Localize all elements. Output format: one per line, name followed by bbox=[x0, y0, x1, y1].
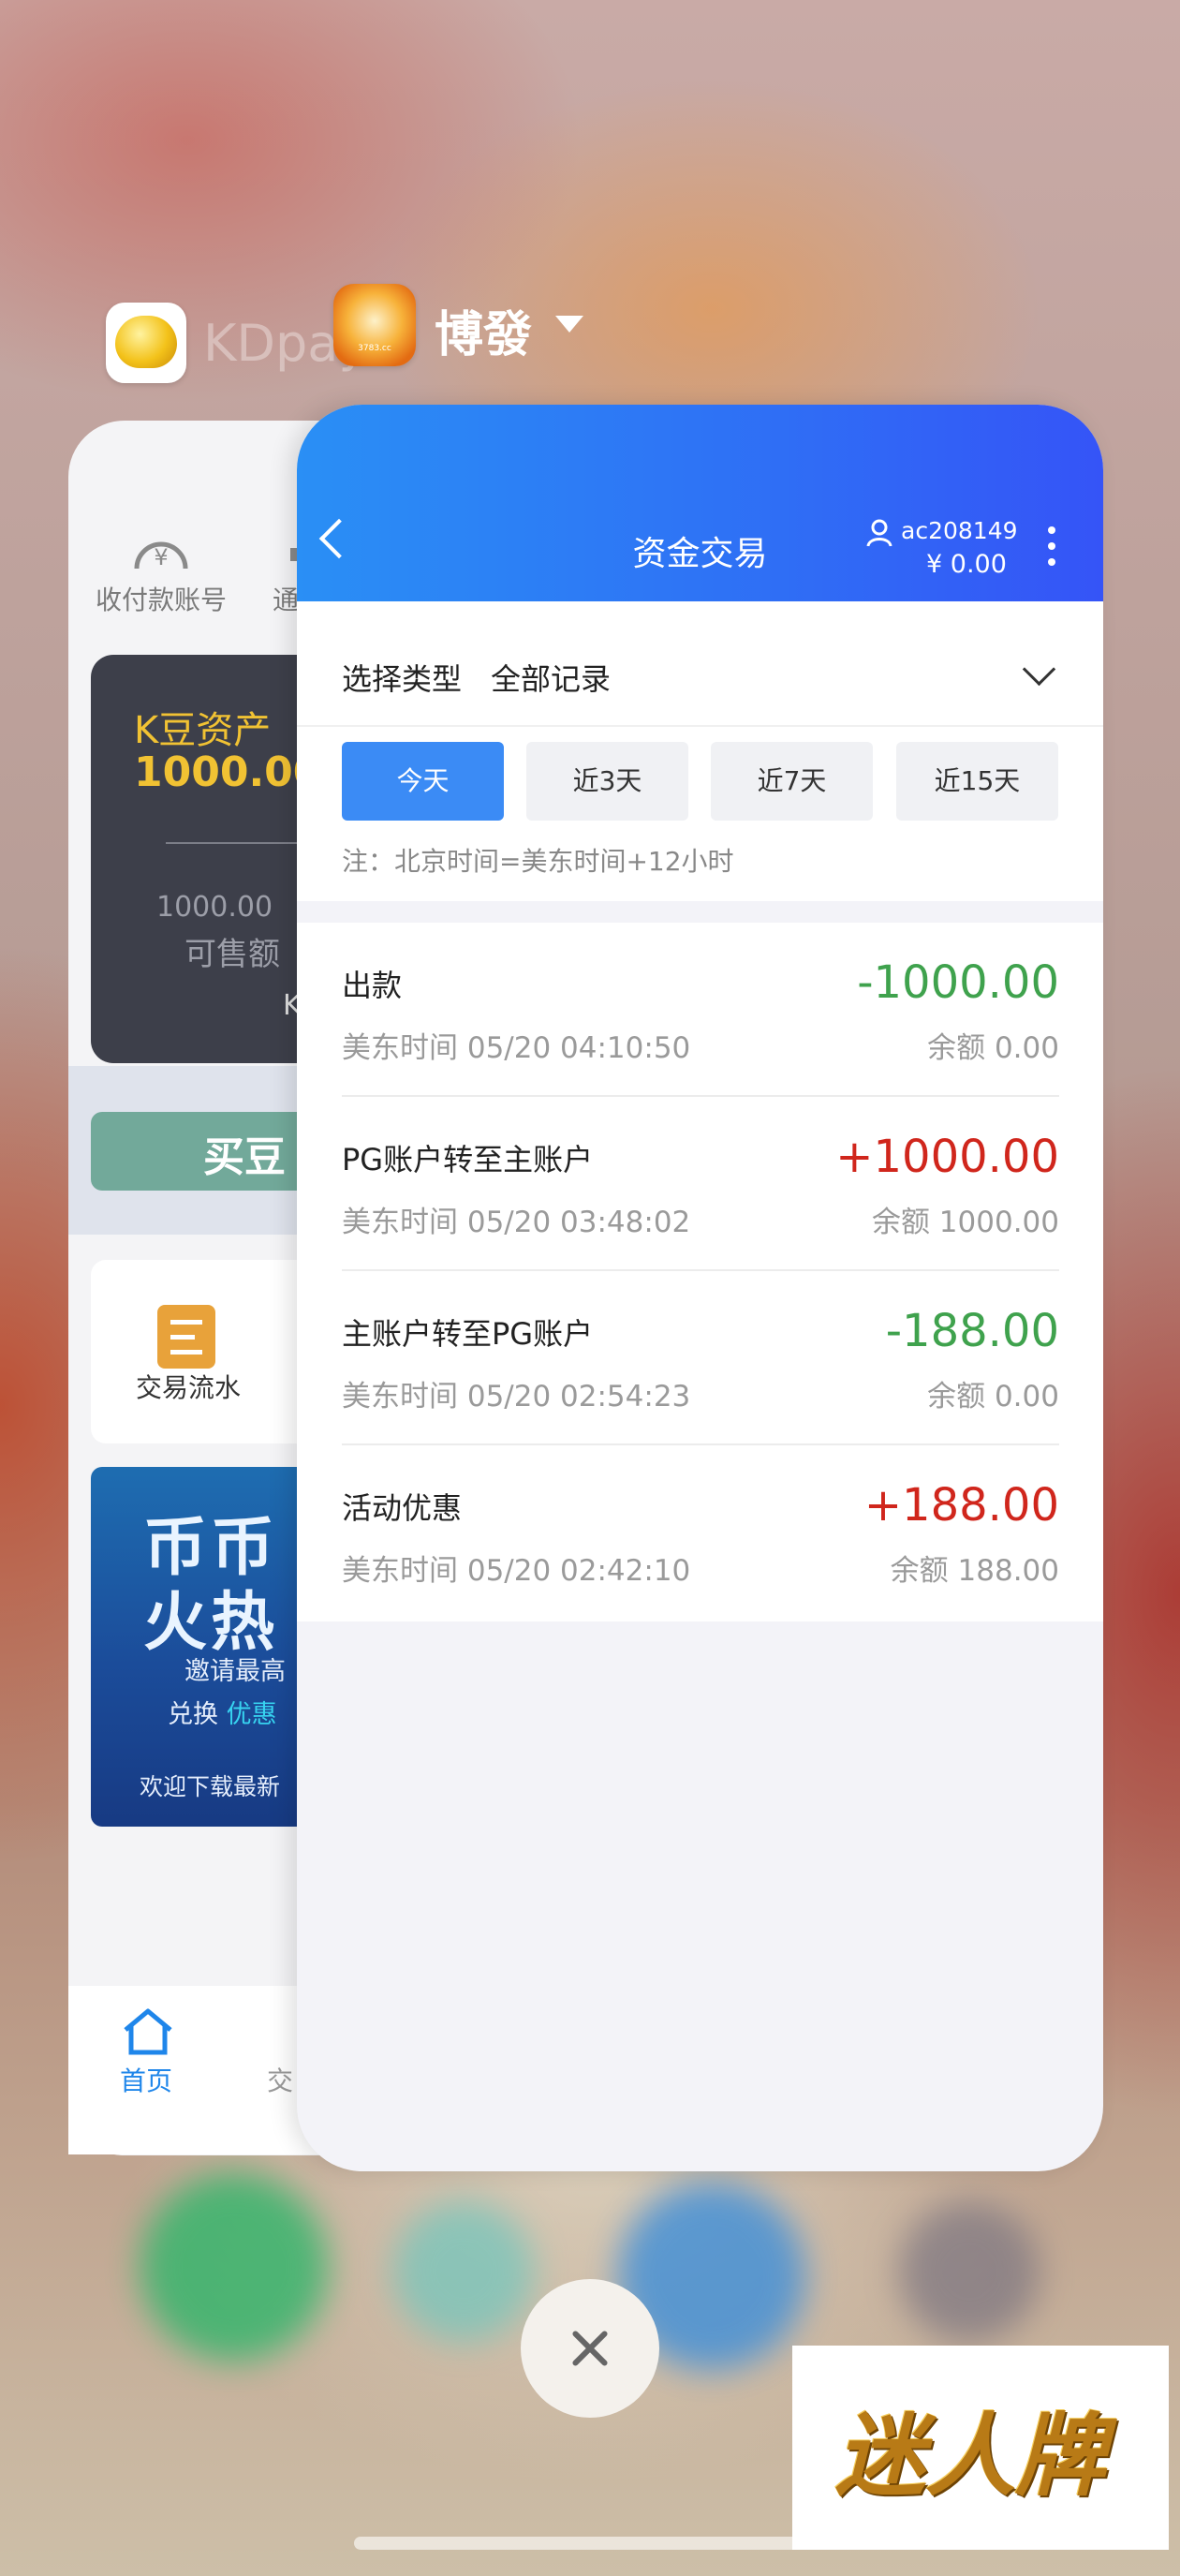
svg-text:¥: ¥ bbox=[154, 544, 168, 570]
more-menu-icon[interactable] bbox=[1048, 526, 1055, 574]
chevron-down-icon[interactable] bbox=[1022, 652, 1056, 687]
tab-15-days[interactable]: 近15天 bbox=[896, 742, 1058, 821]
kdou-amount: 1000.00 bbox=[134, 748, 322, 796]
dock-blob bbox=[393, 2201, 534, 2342]
transaction-row[interactable]: 活动优惠 美东时间 05/20 02:42:10 +188.00 余额 188.… bbox=[342, 1445, 1059, 1620]
kdou-title: K豆资产 bbox=[134, 709, 272, 752]
transaction-flow-label: 交易流水 bbox=[136, 1372, 242, 1403]
notice-label: 通 bbox=[272, 585, 299, 615]
bofa-app-card[interactable]: 资金交易 ac208149 ¥ 0.00 选择类型 全部记录 今天 近3天 近7… bbox=[297, 405, 1103, 2171]
user-balance: ¥ 0.00 bbox=[926, 550, 1007, 579]
transaction-name: 主账户转至PG账户 bbox=[342, 1316, 594, 1352]
user-id: ac208149 bbox=[901, 517, 1018, 544]
list-icon bbox=[157, 1305, 215, 1369]
watermark-logo: 迷人牌 bbox=[792, 2346, 1169, 2550]
banner-line-3: 邀请最高 bbox=[184, 1657, 286, 1686]
transaction-row[interactable]: 出款 美东时间 05/20 04:10:50 -1000.00 余额 0.00 bbox=[342, 923, 1059, 1097]
transaction-list: 出款 美东时间 05/20 04:10:50 -1000.00 余额 0.00 … bbox=[297, 923, 1103, 1621]
transaction-amount: -1000.00 bbox=[857, 956, 1059, 1009]
banner-line-5: 欢迎下载最新 bbox=[140, 1773, 281, 1800]
kdpay-app-icon[interactable] bbox=[106, 303, 186, 383]
transaction-row[interactable]: 主账户转至PG账户 美东时间 05/20 02:54:23 -188.00 余额… bbox=[342, 1271, 1059, 1445]
dock-blob bbox=[899, 2201, 1040, 2342]
type-label: 选择类型 bbox=[342, 661, 463, 697]
transaction-time: 美东时间 05/20 02:42:10 bbox=[342, 1554, 691, 1588]
type-select[interactable]: 全部记录 bbox=[491, 656, 611, 699]
user-icon bbox=[866, 519, 892, 547]
transaction-balance: 余额 0.00 bbox=[927, 1031, 1059, 1065]
dock-blob bbox=[140, 2173, 328, 2361]
transaction-amount: +1000.00 bbox=[835, 1131, 1059, 1183]
transaction-name: 出款 bbox=[342, 968, 403, 1003]
tab-3-days[interactable]: 近3天 bbox=[526, 742, 688, 821]
yuan-icon: ¥ bbox=[134, 541, 188, 570]
banner-line-2: 火热 bbox=[143, 1586, 279, 1660]
home-indicator[interactable] bbox=[354, 2537, 804, 2550]
transaction-amount: +188.00 bbox=[863, 1479, 1059, 1532]
home-icon[interactable] bbox=[120, 2007, 176, 2056]
transaction-name: 活动优惠 bbox=[342, 1490, 463, 1526]
transaction-balance: 余额 0.00 bbox=[927, 1380, 1059, 1414]
nav-trade-label[interactable]: 交 bbox=[267, 2061, 293, 2098]
transaction-amount: -188.00 bbox=[885, 1305, 1059, 1357]
nav-home-label[interactable]: 首页 bbox=[120, 2061, 172, 2098]
transaction-time: 美东时间 05/20 02:54:23 bbox=[342, 1380, 691, 1414]
transaction-balance: 余额 188.00 bbox=[890, 1554, 1059, 1588]
banner-line-4: 兑换 优惠 bbox=[168, 1700, 277, 1729]
payment-account-label: 收付款账号 bbox=[96, 585, 228, 615]
header-bar: 资金交易 ac208149 ¥ 0.00 bbox=[297, 405, 1103, 601]
tab-today[interactable]: 今天 bbox=[342, 742, 504, 821]
payment-account-item[interactable]: ¥ 收付款账号 bbox=[96, 529, 227, 617]
filter-panel: 选择类型 全部记录 今天 近3天 近7天 近15天 注：北京时间=美东时间+12… bbox=[297, 601, 1103, 901]
timezone-note: 注：北京时间=美东时间+12小时 bbox=[342, 846, 734, 877]
sellable-amount: 1000.00 bbox=[156, 891, 273, 924]
buy-bean-label: 买豆 bbox=[203, 1133, 286, 1181]
bofa-app-icon[interactable]: 3783.cc bbox=[333, 284, 416, 366]
tab-7-days[interactable]: 近7天 bbox=[711, 742, 873, 821]
transaction-name: PG账户转至主账户 bbox=[342, 1142, 594, 1177]
divider bbox=[297, 725, 1103, 727]
close-all-button[interactable] bbox=[521, 2279, 659, 2418]
transaction-time: 美东时间 05/20 04:10:50 bbox=[342, 1031, 691, 1065]
transaction-time: 美东时间 05/20 03:48:02 bbox=[342, 1206, 691, 1239]
caret-down-icon[interactable] bbox=[555, 316, 583, 333]
sellable-label: 可售额 bbox=[184, 936, 280, 973]
transaction-balance: 余额 1000.00 bbox=[871, 1206, 1059, 1239]
bofa-app-name: 博發 bbox=[435, 307, 533, 363]
transaction-row[interactable]: PG账户转至主账户 美东时间 05/20 03:48:02 +1000.00 余… bbox=[342, 1097, 1059, 1271]
